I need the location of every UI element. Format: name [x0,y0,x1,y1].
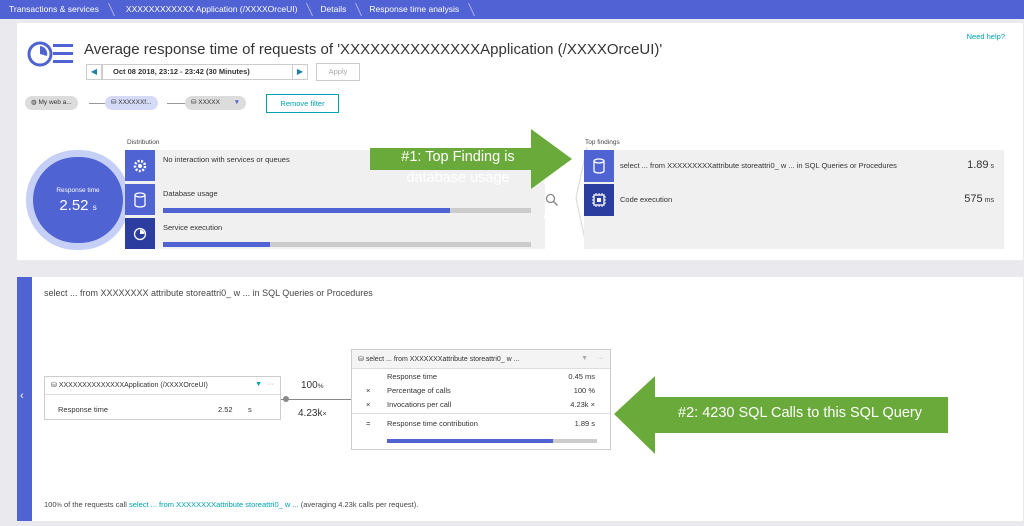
database-icon [584,150,614,182]
finding-sql-query[interactable]: select ... from XXXXXXXXXattribute store… [584,150,1004,182]
need-help-link[interactable]: Need help? [967,32,1005,41]
breadcrumb-transactions[interactable]: Transactions & services [0,0,112,19]
top-findings-title: Top findings [585,139,620,146]
source-service-title: XXXXXXXXXXXXXXApplication (/XXXXOrceUI) [58,382,208,389]
target-row-symbol: × [366,386,371,395]
target-row-value: 100 % [573,386,595,395]
previous-timeframe-button[interactable]: ◀ [86,64,102,80]
filter-chip-database[interactable]: ⛁ XXXXX ▼ [185,96,246,110]
contribution-bar [387,439,597,443]
call-count: 4.23k× [298,408,327,419]
target-row-value: 0.45 ms [568,372,595,381]
timeframe-text: Oct 08 2018, 23:12 - 23:42 (30 Minutes) [113,67,250,76]
response-time-value: 2.52 [59,197,89,214]
chip-icon [584,184,614,216]
distribution-label: Service execution [163,223,223,232]
response-time-icon [27,41,73,67]
source-row-unit: s [248,405,252,414]
page-title: Average response time of requests of 'XX… [84,41,663,58]
source-service-box[interactable]: ⛁ XXXXXXXXXXXXXXApplication (/XXXXOrceUI… [44,376,281,420]
target-row-value: 1.89 s [574,419,595,428]
filter-icon: ▼ [233,99,240,106]
target-query-title: select ... from XXXXXXXattribute storeat… [365,356,520,363]
filter-connector [167,103,185,104]
breadcrumb: Transactions & services XXXXXXXXXXXX App… [0,0,1024,19]
callout-2-text: #2: 4230 SQL Calls to this SQL Query [678,405,922,421]
distribution-title: Distribution [127,139,160,146]
contribution-fill [387,439,553,443]
breadcrumb-response-time-analysis: Response time analysis [359,0,472,19]
target-row-value: 4.23k × [570,400,595,409]
database-icon: ⛁ [358,356,366,363]
distribution-label: No interaction with services or queues [163,155,290,164]
timeframe-selector[interactable]: Oct 08 2018, 23:12 - 23:42 (30 Minutes) … [102,64,308,80]
target-row-label: Response time contribution [387,419,478,428]
callout-1-text: #1: Top Finding is database usage [401,149,515,186]
database-usage-bar [163,208,531,213]
finding-label: select ... from XXXXXXXXXattribute store… [620,161,897,170]
finding-value: 1.89 s [967,159,994,171]
target-row-symbol: = [366,419,371,428]
filter-icon[interactable]: ▼ [581,355,588,362]
target-row-label: Invocations per call [387,400,452,409]
more-icon[interactable]: ··· [267,381,274,388]
service-icon: ⛁ [51,382,59,389]
response-time-label: Response time [56,187,100,194]
call-connector [281,399,351,400]
target-row-label: Percentage of calls [387,386,451,395]
finding-label: Code execution [620,195,673,204]
detail-footer: 100% of the requests call select ... fro… [44,500,419,509]
gear-icon [125,150,155,181]
response-time-circle[interactable]: Response time 2.52 s [33,157,123,243]
chevron-left-icon: ‹ [20,390,24,402]
more-icon[interactable]: ··· [597,355,604,362]
database-usage-fill [163,208,451,213]
filter-chip-web-app[interactable]: ◍ My web a... [25,96,78,110]
source-row-value: 2.52 [218,405,233,414]
service-execution-icon [125,218,155,249]
service-execution-fill [163,242,270,247]
divider [352,413,610,414]
source-row-label: Response time [58,405,109,414]
distribution-item-service-execution[interactable]: Service execution [125,218,545,249]
top-findings-panel: select ... from XXXXXXXXXattribute store… [584,150,1004,249]
filter-icon[interactable]: ▼ [255,381,262,388]
target-row-label: Response time [387,372,438,381]
filter-connector [89,103,105,104]
remove-filter-button[interactable]: Remove filter [266,94,339,113]
next-timeframe-button[interactable]: ▶ [292,64,308,80]
target-query-box[interactable]: ⛁ select ... from XXXXXXXattribute store… [351,349,611,450]
query-link[interactable]: select ... from XXXXXXXXattribute storea… [129,500,299,509]
apply-button[interactable]: Apply [316,63,360,81]
detail-heading: select ... from XXXXXXXX attribute store… [44,288,373,298]
collapse-sidebar[interactable]: ‹ [17,277,32,521]
target-row-symbol: × [366,400,371,409]
distribution-label: Database usage [163,189,218,198]
call-percentage: 100% [301,380,324,391]
breadcrumb-details[interactable]: Details [310,0,359,19]
finding-value: 575 ms [964,193,994,205]
finding-code-execution[interactable]: Code execution 575 ms [584,184,1004,216]
filter-chip-service[interactable]: ⛁ XXXXXXf... [105,96,158,110]
connector-dot [283,396,289,402]
response-time-unit: s [92,203,97,212]
database-icon [125,184,155,215]
breadcrumb-application[interactable]: XXXXXXXXXXXX Application (/XXXXOrceUI) [112,0,311,19]
service-execution-bar [163,242,531,247]
search-icon [545,193,559,207]
